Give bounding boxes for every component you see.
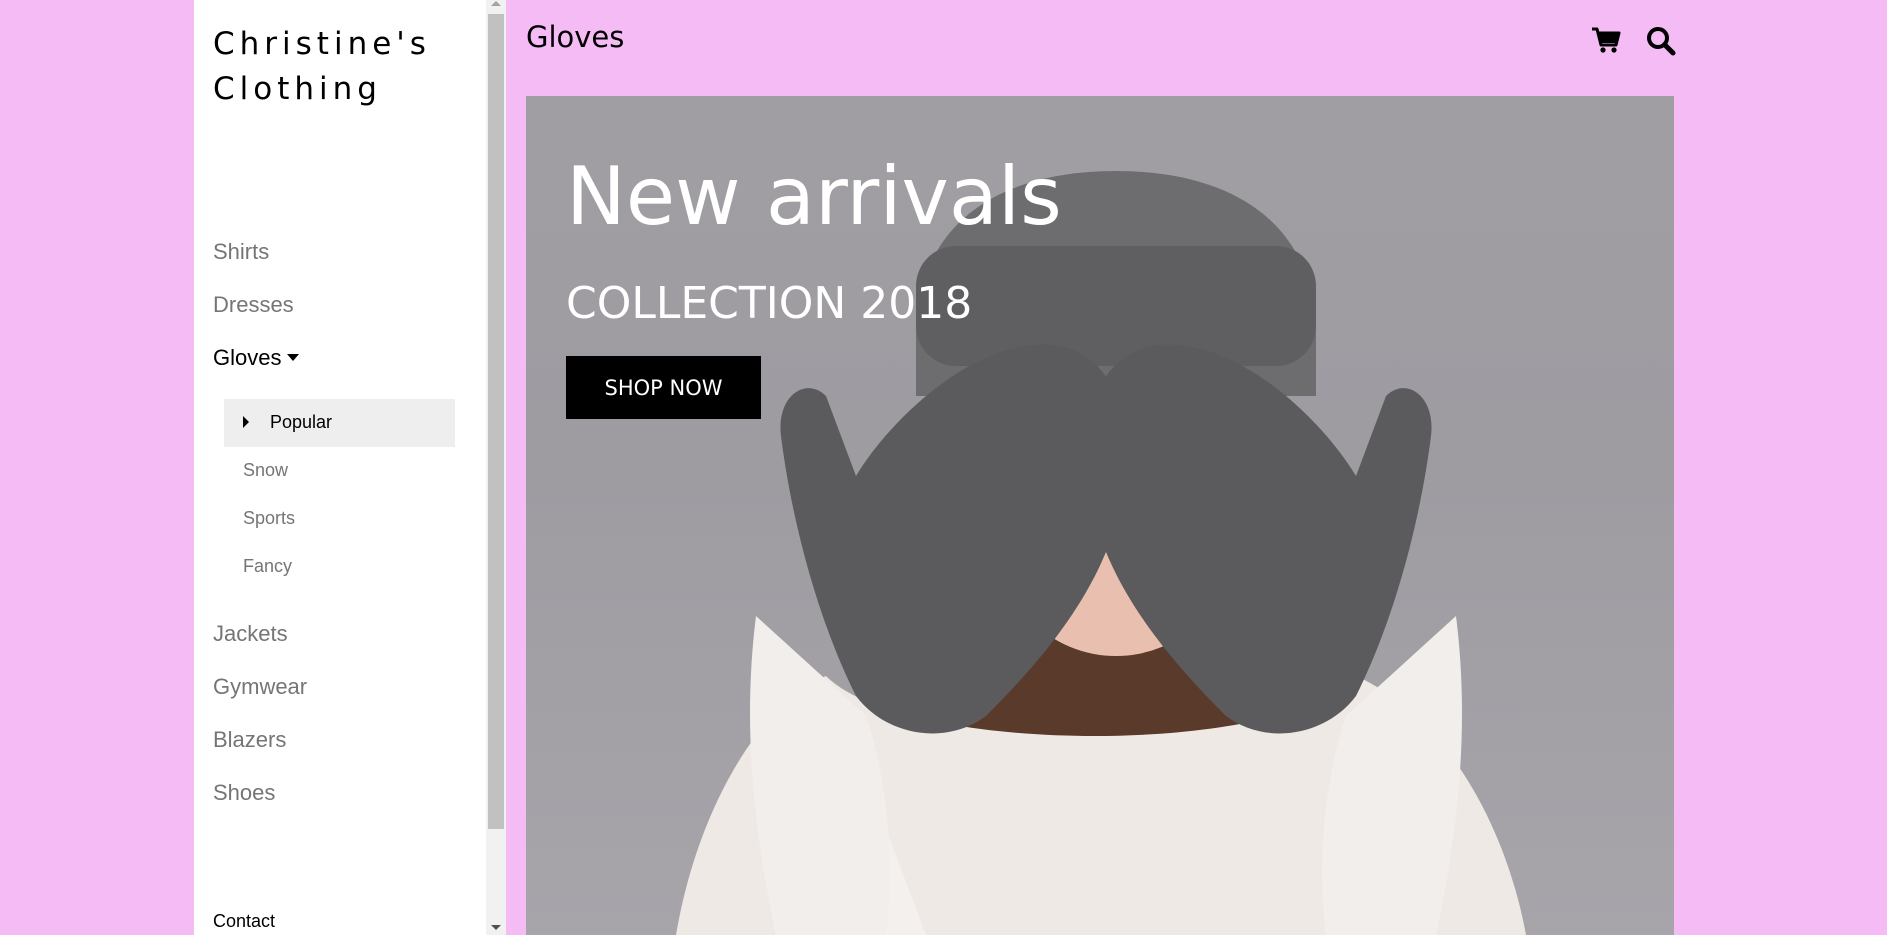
search-icon[interactable] bbox=[1646, 26, 1676, 61]
submenu-item-snow[interactable]: Snow bbox=[243, 460, 288, 481]
sidebar-item-shoes[interactable]: Shoes bbox=[213, 780, 275, 806]
sidebar: Christine's Clothing Shirts Dresses Glov… bbox=[194, 0, 486, 935]
sidebar-item-dresses[interactable]: Dresses bbox=[213, 292, 294, 318]
caret-down-icon bbox=[287, 354, 300, 362]
sidebar-item-blazers[interactable]: Blazers bbox=[213, 727, 286, 753]
sidebar-scrollbar[interactable] bbox=[486, 0, 506, 935]
submenu-item-popular-label: Popular bbox=[270, 412, 333, 432]
sidebar-item-gymwear[interactable]: Gymwear bbox=[213, 674, 307, 700]
sidebar-item-gloves-label: Gloves bbox=[213, 345, 282, 370]
hero-banner: New arrivals COLLECTION 2018 SHOP NOW bbox=[526, 96, 1674, 935]
submenu-item-sports[interactable]: Sports bbox=[243, 508, 295, 529]
contact-link[interactable]: Contact bbox=[213, 911, 275, 932]
submenu-item-popular[interactable]: Popular bbox=[224, 399, 455, 447]
scrollbar-thumb[interactable] bbox=[488, 14, 504, 829]
scroll-up-arrow-icon[interactable] bbox=[491, 1, 501, 6]
scroll-down-arrow-icon[interactable] bbox=[491, 925, 501, 930]
page-title: Gloves bbox=[526, 20, 625, 54]
shopping-cart-icon[interactable] bbox=[1591, 26, 1621, 59]
sidebar-item-gloves[interactable]: Gloves bbox=[213, 345, 300, 371]
shop-now-button[interactable]: SHOP NOW bbox=[566, 356, 761, 419]
caret-right-icon bbox=[243, 416, 249, 428]
hero-title: New arrivals bbox=[566, 150, 1062, 243]
submenu-item-fancy[interactable]: Fancy bbox=[243, 556, 292, 577]
brand-line-1: Christine's bbox=[213, 26, 431, 62]
hero-subtitle: COLLECTION 2018 bbox=[566, 278, 973, 329]
brand-logo[interactable]: Christine's Clothing bbox=[213, 22, 431, 112]
brand-line-2: Clothing bbox=[213, 71, 382, 107]
sidebar-item-jackets[interactable]: Jackets bbox=[213, 621, 288, 647]
sidebar-item-shirts[interactable]: Shirts bbox=[213, 239, 269, 265]
